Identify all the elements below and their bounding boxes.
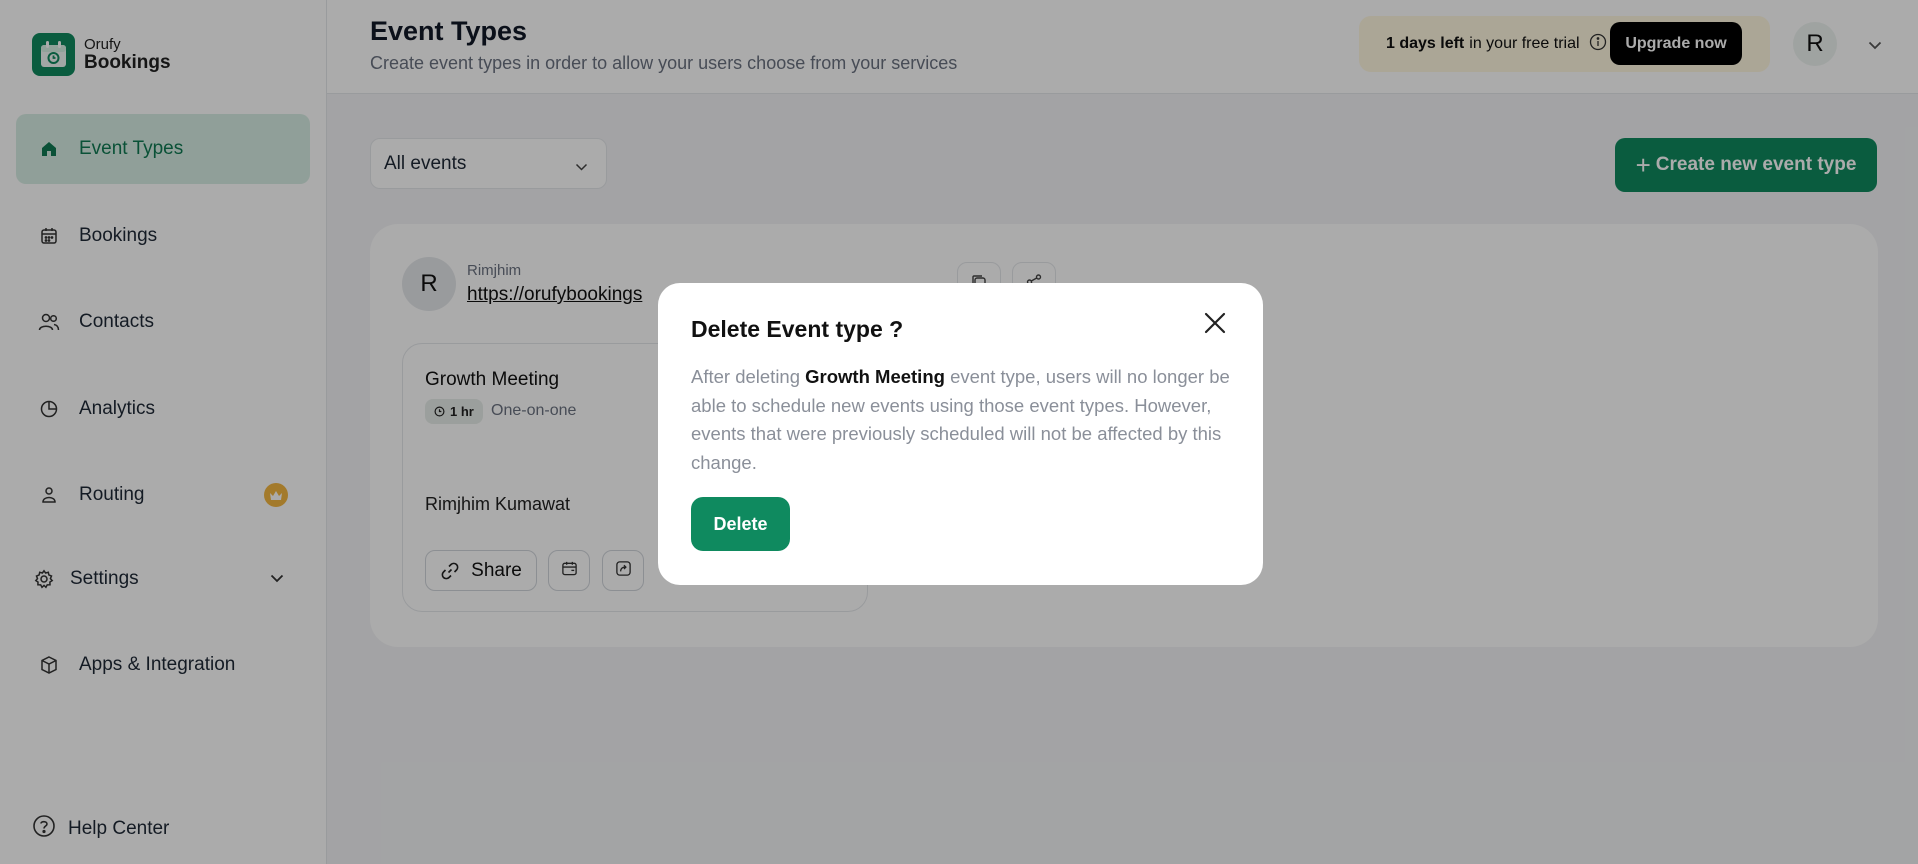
delete-button[interactable]: Delete	[691, 497, 790, 551]
dialog-message: After deleting Growth Meeting event type…	[691, 363, 1236, 477]
delete-event-type-dialog: Delete Event type ? After deleting Growt…	[658, 283, 1263, 585]
dialog-title: Delete Event type ?	[691, 316, 904, 342]
dialog-message-prefix: After deleting	[691, 366, 801, 387]
close-icon[interactable]	[1199, 307, 1231, 339]
dialog-event-name: Growth Meeting	[805, 366, 945, 387]
